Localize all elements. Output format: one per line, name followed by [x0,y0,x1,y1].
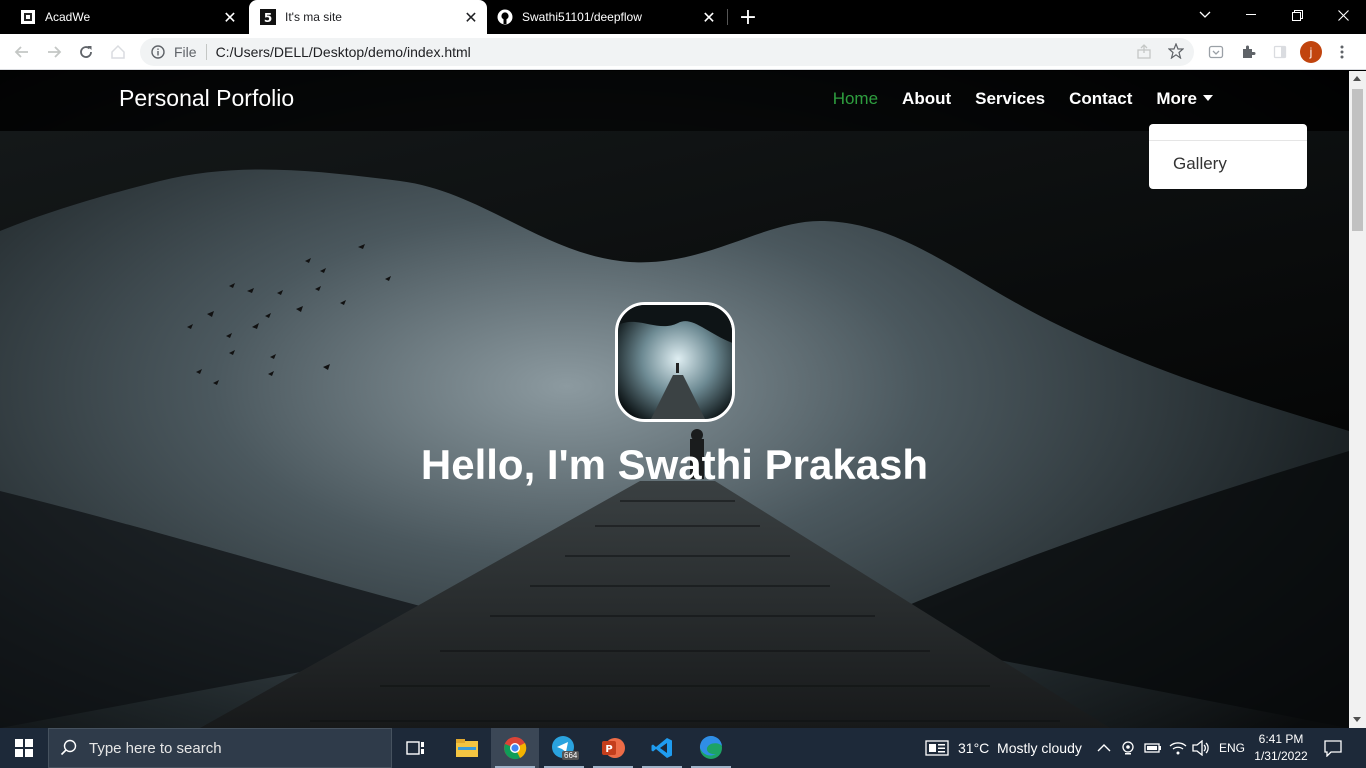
volume-icon[interactable] [1192,728,1210,768]
tab-acadwe[interactable]: AcadWe ✕ [0,0,246,34]
language-indicator[interactable]: ENG [1219,728,1245,768]
reload-button[interactable] [74,40,98,64]
info-icon[interactable] [150,44,166,60]
acadwe-favicon [20,9,36,25]
tab-title: It's ma site [285,10,342,24]
chrome-icon [504,737,527,760]
scroll-down-arrow-icon[interactable] [1353,717,1361,722]
taskbar-search-box[interactable]: Type here to search [48,728,392,768]
site-navbar: Personal Porfolio Home About Services Co… [0,71,1349,131]
windows-taskbar: Type here to search 664 P 31°C Mostly cl… [0,728,1366,768]
nav-links: Home About Services Contact More [833,89,1213,109]
profile-avatar[interactable]: j [1300,41,1322,63]
pocket-extension-icon[interactable] [1204,40,1228,64]
close-icon[interactable]: ✕ [220,7,240,27]
html5-favicon: 5 [260,9,276,25]
scrollbar-thumb[interactable] [1352,89,1363,231]
back-button[interactable] [10,40,34,64]
clock-time: 6:41 PM [1258,732,1304,746]
notification-icon [1324,740,1342,757]
reading-list-icon[interactable] [1268,40,1292,64]
taskbar-clock[interactable]: 6:41 PM 1/31/2022 [1250,731,1312,765]
edge-app[interactable] [687,728,735,768]
tray-meet-icon[interactable] [1120,728,1136,768]
windows-logo-icon [15,739,33,757]
svg-text:P: P [605,744,612,755]
task-view-icon [406,741,424,755]
powerpoint-icon: P [602,738,625,758]
telegram-badge: 664 [562,751,580,760]
restore-button[interactable] [1274,0,1320,30]
telegram-app[interactable]: 664 [540,728,588,768]
chrome-app[interactable] [491,728,539,768]
tab-title: Swathi51101/deepflow [522,10,642,24]
svg-text:5: 5 [264,11,272,25]
notifications-button[interactable] [1324,728,1342,768]
scheme-label: File [174,44,197,60]
minimize-button[interactable] [1228,0,1274,30]
webcam-icon [1122,741,1134,755]
extensions-puzzle-icon[interactable] [1236,40,1260,64]
tab-search-button[interactable] [1182,0,1228,30]
tab-github[interactable]: Swathi51101/deepflow ✕ [487,0,725,34]
more-dropdown-menu: Gallery [1149,124,1307,189]
nav-services-link[interactable]: Services [975,89,1045,109]
start-button[interactable] [0,728,48,768]
address-bar[interactable]: File C:/Users/DELL/Desktop/demo/index.ht… [140,38,1194,66]
tab-strip: AcadWe ✕ 5 It's ma site ✕ Swathi51101/de… [0,0,1366,34]
tab-title: AcadWe [45,10,91,24]
close-icon[interactable]: ✕ [461,7,481,27]
browser-toolbar: File C:/Users/DELL/Desktop/demo/index.ht… [0,34,1366,70]
chevron-up-icon [1097,744,1111,752]
powerpoint-app[interactable]: P [589,728,637,768]
vscode-icon [651,738,672,758]
show-hidden-icons-button[interactable] [1097,728,1111,768]
tab-separator [727,9,728,25]
battery-icon[interactable] [1144,728,1162,768]
vscode-app[interactable] [638,728,686,768]
edge-icon [699,736,722,759]
wifi-icon[interactable] [1169,728,1187,768]
clock-date: 1/31/2022 [1254,749,1308,763]
close-window-button[interactable] [1320,0,1366,30]
weather-text: 31°C Mostly cloudy [958,740,1082,756]
hero-heading: Hello, I'm Swathi Prakash [420,441,929,488]
bookmark-star-icon[interactable] [1167,42,1185,62]
new-tab-button[interactable]: + [736,5,760,30]
task-view-button[interactable] [392,728,440,768]
url-text[interactable]: C:/Users/DELL/Desktop/demo/index.html [216,44,471,60]
file-explorer-app[interactable] [443,728,491,768]
folder-icon [456,739,478,757]
weather-widget[interactable]: 31°C Mostly cloudy [925,728,1082,768]
page-viewport: Personal Porfolio Home About Services Co… [0,71,1349,728]
dropdown-item-gallery[interactable]: Gallery [1173,154,1227,174]
divider [205,44,207,60]
search-placeholder: Type here to search [89,739,222,757]
nav-more-label: More [1156,89,1197,108]
page-scrollbar[interactable] [1349,71,1366,728]
tab-its-ma-site[interactable]: 5 It's ma site ✕ [249,0,487,34]
nav-about-link[interactable]: About [902,89,951,109]
nav-home-link[interactable]: Home [833,89,878,109]
share-icon[interactable] [1136,44,1152,63]
weather-news-icon [925,740,949,756]
search-icon [49,739,89,757]
forward-button[interactable] [42,40,66,64]
home-button[interactable] [106,40,130,64]
caret-down-icon [1203,95,1213,101]
nav-contact-link[interactable]: Contact [1069,89,1132,109]
scroll-up-arrow-icon[interactable] [1353,76,1361,81]
github-favicon [497,9,513,25]
profile-image [615,302,735,422]
close-icon[interactable]: ✕ [699,7,719,27]
menu-kebab-icon[interactable] [1330,40,1354,64]
nav-more-dropdown-toggle[interactable]: More [1156,89,1213,109]
dropdown-divider [1149,140,1307,141]
site-brand[interactable]: Personal Porfolio [119,85,294,112]
